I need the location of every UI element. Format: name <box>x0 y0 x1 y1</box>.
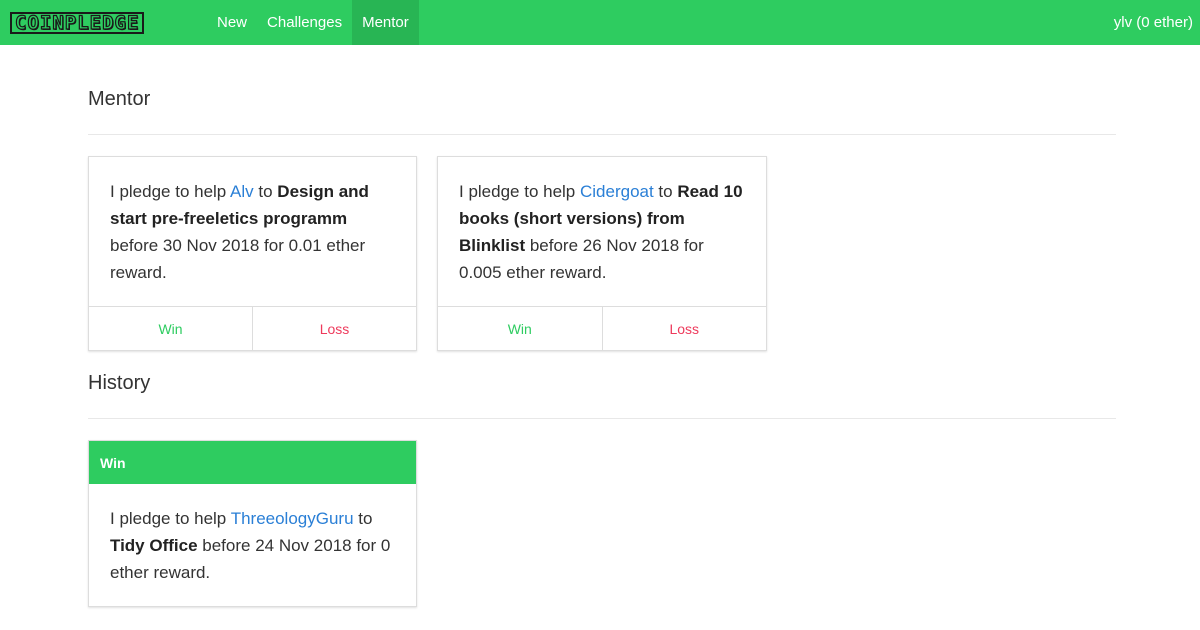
pledge-prefix: I pledge to help <box>110 509 231 528</box>
pledger-link[interactable]: Cidergoat <box>580 182 654 201</box>
mentor-section-title: Mentor <box>88 88 151 110</box>
pledge-prefix: I pledge to help <box>110 182 231 201</box>
pledge-task: Tidy Office <box>110 536 198 555</box>
brand-logo-link[interactable]: COINPLEDGE <box>0 0 207 45</box>
mentor-divider <box>88 134 1116 135</box>
history-section-title: History <box>88 372 151 394</box>
mentor-pledge-card: I pledge to help Alv to Design and start… <box>88 156 417 351</box>
pledge-actions: Win Loss <box>89 306 416 350</box>
status-header: Win <box>89 441 416 484</box>
nav-item-mentor[interactable]: Mentor <box>352 0 419 45</box>
win-button[interactable]: Win <box>438 307 602 350</box>
pledge-to: to <box>253 182 278 201</box>
pledge-suffix: before 30 Nov 2018 for 0.01 ether reward… <box>110 236 366 282</box>
pledge-to: to <box>653 182 678 201</box>
brand-logo: COINPLEDGE <box>10 11 145 34</box>
user-account-menu[interactable]: ylv (0 ether) <box>1114 0 1200 45</box>
nav-item-new[interactable]: New <box>207 0 257 45</box>
pledge-to: to <box>353 509 373 528</box>
pledge-text: I pledge to help Alv to Design and start… <box>89 157 416 286</box>
win-button[interactable]: Win <box>89 307 252 350</box>
pledge-text: I pledge to help Cidergoat to Read 10 bo… <box>438 157 766 286</box>
nav-item-challenges[interactable]: Challenges <box>257 0 352 45</box>
pledger-link[interactable]: ThreeologyGuru <box>231 509 354 528</box>
loss-button[interactable]: Loss <box>252 307 416 350</box>
pledge-prefix: I pledge to help <box>459 182 580 201</box>
pledge-actions: Win Loss <box>438 306 766 350</box>
history-divider <box>88 418 1116 419</box>
mentor-pledge-card: I pledge to help Cidergoat to Read 10 bo… <box>437 156 767 351</box>
history-pledge-card: Win I pledge to help ThreeologyGuru to T… <box>88 440 417 607</box>
top-navbar: COINPLEDGE New Challenges Mentor ylv (0 … <box>0 0 1200 45</box>
pledge-text: I pledge to help ThreeologyGuru to Tidy … <box>89 484 416 586</box>
loss-button[interactable]: Loss <box>601 307 767 350</box>
pledger-link[interactable]: Alv <box>230 182 254 201</box>
